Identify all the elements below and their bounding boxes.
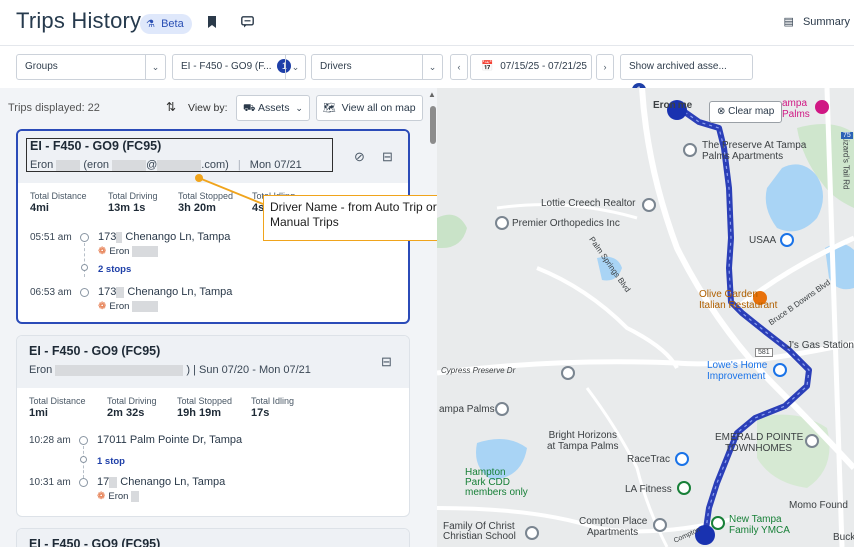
map-label-usaa: USAA [749, 235, 777, 246]
place-pin-icon[interactable] [561, 366, 575, 380]
map-label-tampa-palms: ampa Palms [782, 98, 810, 120]
map-view[interactable]: ⊗ Clear map Eron me ampa Palms The Preserv… [437, 88, 854, 547]
map-label-racetrac: RaceTrac [627, 454, 670, 465]
place-pin-icon[interactable] [683, 143, 697, 157]
gym-pin-icon[interactable] [677, 481, 691, 495]
map-label-olive-garden: Olive Garden Italian Restaurant [699, 289, 778, 311]
map-label-lottie: Lottie Creech Realtor [541, 198, 636, 209]
place-pin-icon[interactable] [642, 198, 656, 212]
school-pin-icon[interactable] [525, 526, 539, 540]
clear-map-label: Clear map [728, 106, 775, 117]
map-label-js-gas: J's Gas Station [787, 340, 854, 351]
map-road-581-shield: 581 [755, 348, 773, 357]
gas-pin-icon[interactable] [675, 452, 689, 466]
map-label-cypress: Cypress Preserve Dr [441, 366, 516, 375]
place-pin-icon[interactable] [653, 518, 667, 532]
map-label-bright-horizons: Bright Horizons at Tampa Palms [547, 430, 619, 452]
map-label-la-fitness: LA Fitness [625, 484, 672, 495]
map-label-compton-place: Compton Place Apartments [579, 516, 648, 538]
gym-pin-icon[interactable] [711, 516, 725, 530]
place-pin-icon[interactable] [495, 216, 509, 230]
annotation-callout: Driver Name - from Auto Trip or Manual T… [263, 195, 458, 241]
map-label-hampton: Hampton Park CDD members only [465, 467, 528, 498]
map-label-tampa-palms-area: ampa Palms [439, 404, 495, 415]
map-road-lizards-tail: Lizard's Tail Rd [841, 135, 851, 190]
place-pin-icon[interactable] [780, 233, 794, 247]
map-label-preserve: The Preserve At Tampa Palms Apartments [702, 140, 807, 162]
place-pin-icon[interactable] [495, 402, 509, 416]
map-label-eron-home: Eron me [653, 100, 693, 111]
store-pin-icon[interactable] [773, 363, 787, 377]
map-label-family-of-christ: Family Of Christ Christian School [443, 521, 516, 542]
place-pin-icon[interactable] [815, 100, 829, 114]
map-road-75-shield: 75 [841, 132, 853, 139]
map-label-momo: Momo Found [789, 500, 848, 511]
map-label-ymca: New Tampa Family YMCA [729, 514, 790, 536]
close-circle-icon: ⊗ [717, 106, 726, 117]
clear-map-button[interactable]: ⊗ Clear map [709, 101, 783, 123]
place-pin-icon[interactable] [805, 434, 819, 448]
map-label-lowes: Lowe's Home Improvement [707, 360, 768, 382]
map-label-emerald-pointe: EMERALD POINTE TOWNHOMES [715, 432, 804, 454]
map-label-premier: Premier Orthopedics Inc [512, 218, 620, 229]
map-label-buck: Buck [833, 532, 854, 543]
